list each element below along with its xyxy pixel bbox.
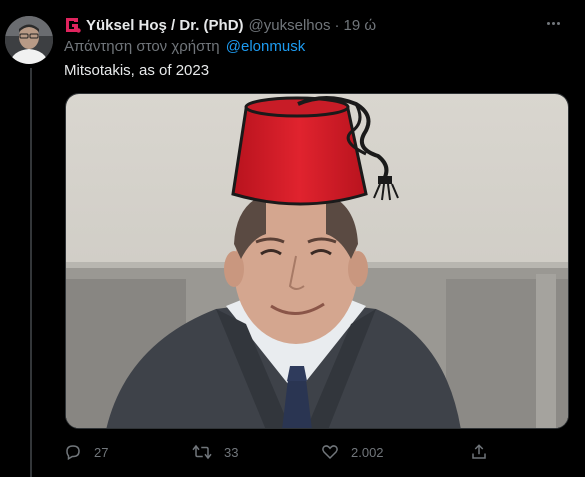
tweet-time[interactable]: 19 ώ — [343, 17, 376, 34]
like-button[interactable]: 2.002 — [321, 441, 384, 463]
share-button[interactable] — [470, 441, 488, 463]
retweet-button[interactable]: 33 — [192, 441, 238, 463]
more-options-icon[interactable] — [541, 12, 565, 34]
tweet-text: Mitsotakis, as of 2023 — [64, 62, 210, 79]
tweet-image[interactable] — [65, 93, 569, 429]
reply-count: 27 — [94, 444, 109, 460]
reply-icon — [64, 443, 82, 461]
reply-prefix: Απάντηση στον χρήστη — [64, 38, 220, 55]
tweet-header: Yüksel Hoş / Dr. (PhD) @yukselhos · 19 ώ — [64, 15, 376, 35]
avatar[interactable] — [5, 16, 53, 64]
retweet-count: 33 — [224, 444, 239, 460]
reply-button[interactable]: 27 — [64, 441, 108, 463]
heart-icon — [321, 443, 339, 461]
reply-context: Απάντηση στον χρήστη @elonmusk — [64, 38, 305, 55]
brand-logo-icon — [64, 16, 82, 34]
tweet-card[interactable]: Yüksel Hoş / Dr. (PhD) @yukselhos · 19 ώ… — [0, 0, 585, 477]
like-count: 2.002 — [351, 444, 384, 460]
thread-line — [30, 68, 32, 477]
user-handle[interactable]: @yukselhos — [249, 17, 331, 34]
share-icon — [470, 443, 488, 461]
separator-dot: · — [334, 16, 340, 34]
tweet-actions: 27 33 2.002 — [64, 441, 564, 463]
display-name[interactable]: Yüksel Hoş / Dr. (PhD) — [86, 17, 244, 34]
retweet-icon — [192, 443, 212, 461]
reply-mention-link[interactable]: @elonmusk — [226, 38, 305, 55]
